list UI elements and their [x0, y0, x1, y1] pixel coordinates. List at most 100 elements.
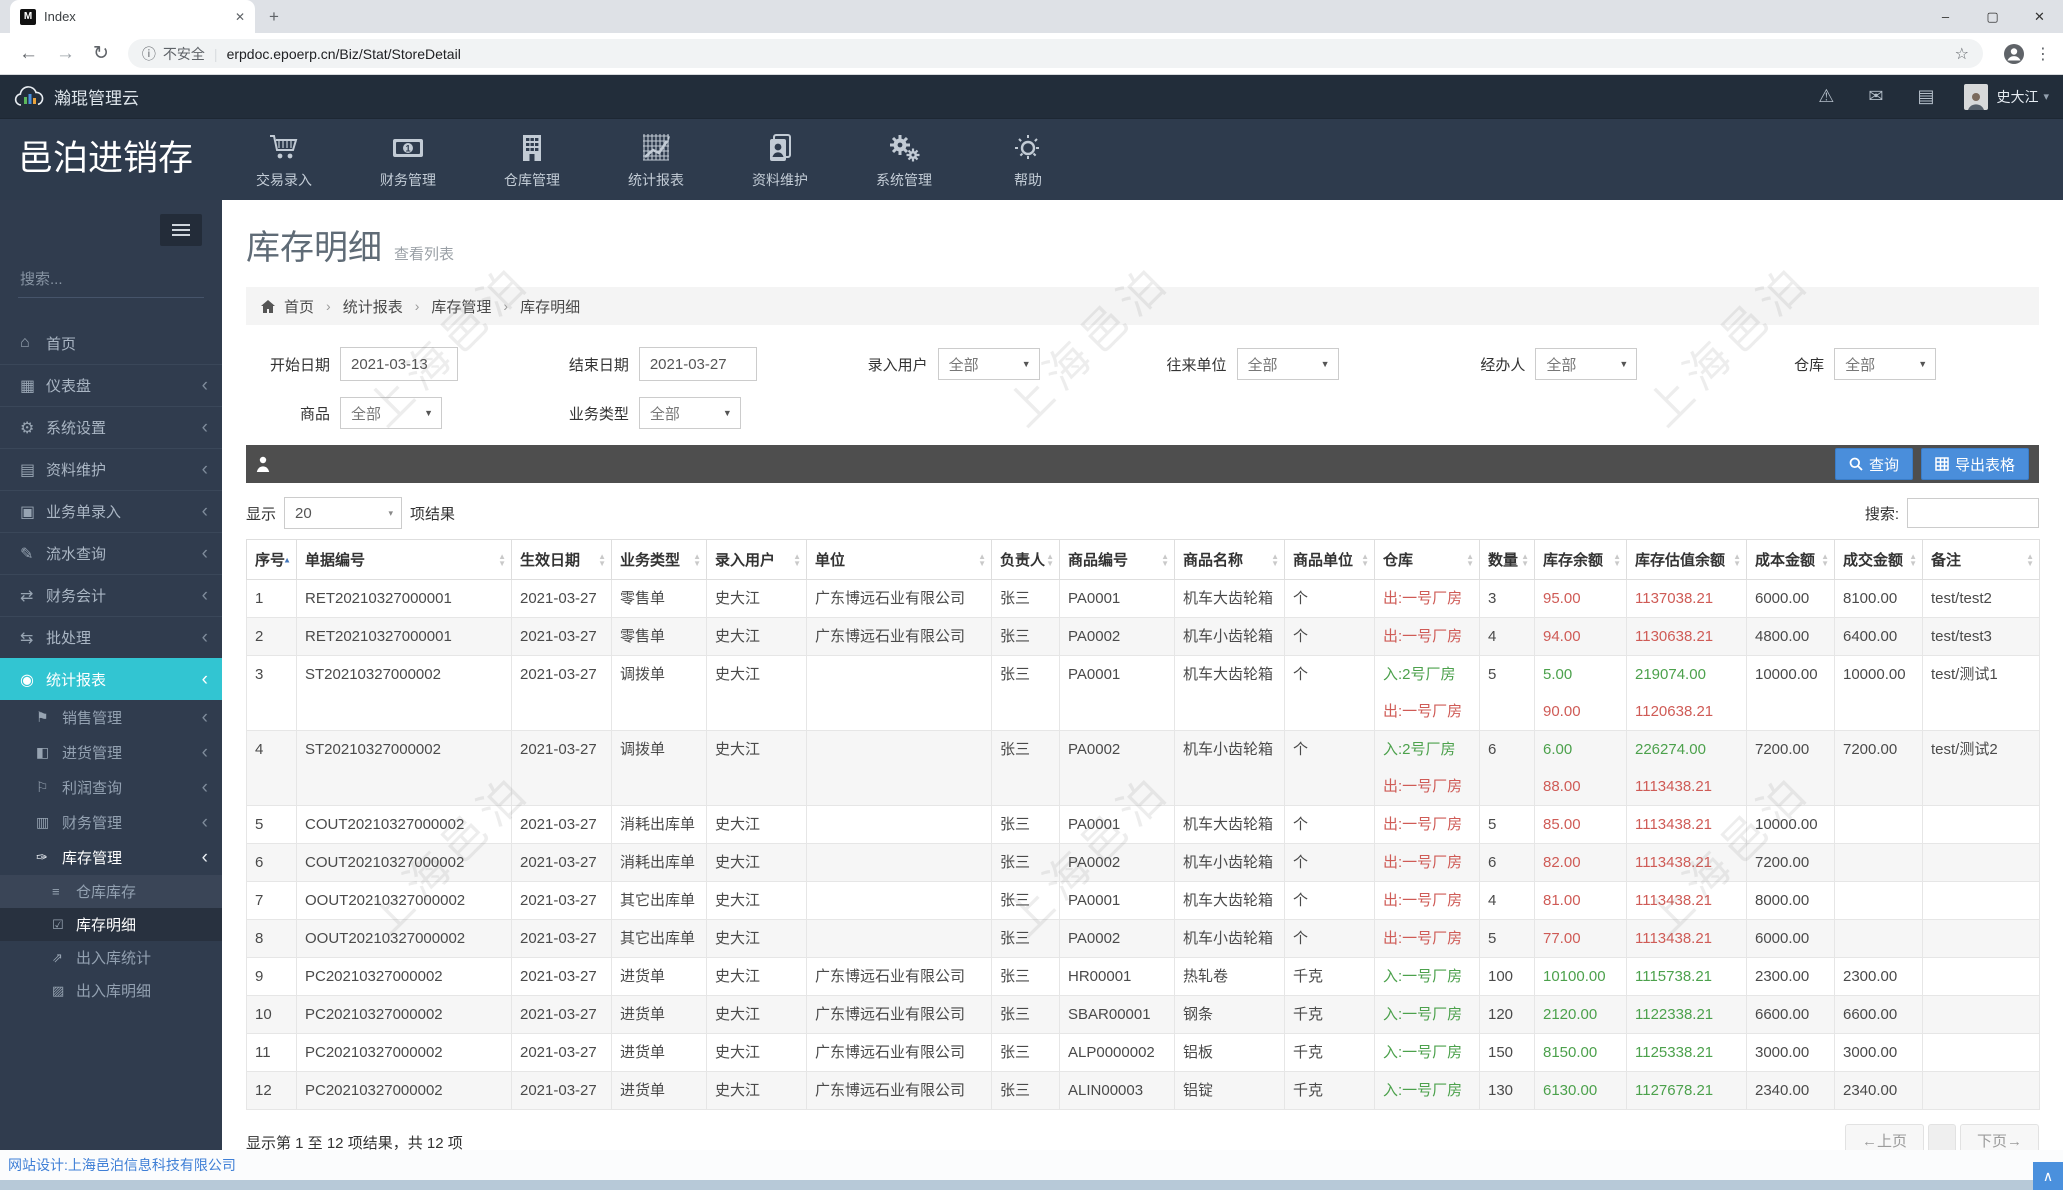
sidebar-item-inout-stats[interactable]: ⇗ 出入库统计: [0, 941, 222, 974]
top-nav-cart[interactable]: 交易录入: [222, 119, 346, 200]
browser-menu-icon[interactable]: ⋮: [2035, 44, 2051, 64]
column-header-9[interactable]: 商品名称 ▲ ▼: [1174, 539, 1285, 580]
sidebar-item-inout-detail[interactable]: ▨ 出入库明细: [0, 974, 222, 1007]
window-maximize-button[interactable]: ▢: [1969, 0, 2016, 33]
sidebar-item-batch[interactable]: ⇆ 批处理 ‹: [0, 616, 222, 658]
column-header-15[interactable]: 成本金额 ▲ ▼: [1746, 539, 1835, 580]
filter-select[interactable]: 全部 ▼: [1236, 348, 1339, 380]
tasks-icon[interactable]: ▤: [1917, 86, 1934, 107]
table-cell: 10000.00: [1834, 655, 1923, 731]
sidebar-search-input[interactable]: [18, 270, 221, 289]
sidebar-item-dashboard[interactable]: ▦ 仪表盘 ‹: [0, 364, 222, 406]
window-close-button[interactable]: ✕: [2016, 0, 2063, 33]
column-header-8[interactable]: 商品编号 ▲ ▼: [1059, 539, 1175, 580]
top-nav-label: 交易录入: [256, 171, 312, 188]
forward-icon[interactable]: →: [56, 43, 75, 65]
user-avatar[interactable]: [1964, 83, 1989, 110]
reload-icon[interactable]: ↻: [93, 42, 109, 65]
table-cell: 史大江: [706, 881, 807, 920]
column-header-3[interactable]: 生效日期 ▲ ▼: [511, 539, 612, 580]
current-page-indicator[interactable]: [1927, 1124, 1956, 1150]
alerts-icon[interactable]: ⚠: [1818, 86, 1834, 107]
bookmark-star-icon[interactable]: ☆: [1955, 44, 1969, 64]
table-cell: 11: [246, 1033, 297, 1072]
filter-input[interactable]: [638, 347, 757, 381]
column-header-10[interactable]: 商品单位 ▲ ▼: [1284, 539, 1375, 580]
sidebar-item-home[interactable]: ⌂ 首页: [0, 322, 222, 364]
sidebar-item-warehouse-stock[interactable]: ≡ 仓库库存: [0, 875, 222, 908]
new-tab-button[interactable]: +: [269, 7, 279, 27]
column-header-17[interactable]: 备注 ▲ ▼: [1922, 539, 2040, 580]
sidebar-item-purchase[interactable]: ◧ 进货管理 ‹: [0, 735, 222, 770]
breadcrumb-item[interactable]: 统计报表: [343, 296, 403, 317]
column-header-6[interactable]: 单位 ▲ ▼: [806, 539, 992, 580]
breadcrumb-item[interactable]: 库存管理: [431, 296, 491, 317]
column-header-2[interactable]: 单据编号 ▲ ▼: [296, 539, 512, 580]
tab-close-icon[interactable]: ✕: [235, 10, 245, 24]
sidebar-item-sales[interactable]: ⚑ 销售管理 ‹: [0, 700, 222, 735]
filter-select[interactable]: 全部 ▼: [1834, 348, 1937, 380]
sidebar-item-reports[interactable]: ◉ 统计报表 ‹: [0, 658, 222, 700]
back-to-top-button[interactable]: ∧: [2033, 1162, 2063, 1190]
sidebar-item-label: 库存明细: [76, 917, 137, 934]
table-cell: 张三: [991, 957, 1060, 996]
export-table-button[interactable]: 导出表格: [1920, 448, 2029, 480]
top-nav-banknote[interactable]: 1 财务管理: [346, 119, 470, 200]
table-cell: 入:一号厂房: [1374, 1033, 1480, 1072]
top-nav-warehouse[interactable]: 仓库管理: [470, 119, 594, 200]
browser-profile-icon[interactable]: [2003, 43, 2025, 65]
top-nav-help[interactable]: 帮助: [966, 119, 1090, 200]
column-header-16[interactable]: 成交金额 ▲ ▼: [1834, 539, 1923, 580]
sidebar-item-accounting[interactable]: ⇄ 财务会计 ‹: [0, 574, 222, 616]
sidebar-item-data-maintenance[interactable]: ▤ 资料维护 ‹: [0, 448, 222, 490]
back-icon[interactable]: ←: [19, 43, 38, 65]
sidebar-item-inventory[interactable]: ✑ 库存管理 ‹: [0, 840, 222, 875]
filter-input[interactable]: [340, 347, 458, 381]
table-cell: [806, 919, 992, 958]
table-cell: 张三: [991, 919, 1060, 958]
top-nav-idcard[interactable]: 资料维护: [718, 119, 842, 200]
messages-icon[interactable]: ✉: [1868, 86, 1883, 107]
column-header-12[interactable]: 数量 ▲ ▼: [1479, 539, 1535, 580]
page-size-select[interactable]: 20 ▾: [284, 497, 403, 529]
column-header-4[interactable]: 业务类型 ▲ ▼: [611, 539, 707, 580]
filter-select[interactable]: 全部 ▼: [1535, 348, 1638, 380]
sidebar-item-order-entry[interactable]: ▣ 业务单录入 ‹: [0, 490, 222, 532]
table-cell: 出:一号厂房: [1374, 805, 1480, 844]
browser-tab[interactable]: M Index ✕: [10, 0, 255, 33]
address-bar[interactable]: ⓘ 不安全 | erpdoc.epoerp.cn/Biz/Stat/StoreD…: [127, 39, 1983, 68]
table-search-input[interactable]: [1907, 498, 2039, 528]
filter-select[interactable]: 全部 ▼: [937, 348, 1040, 380]
top-nav-chart[interactable]: 统计报表: [594, 119, 718, 200]
column-header-11[interactable]: 仓库 ▲ ▼: [1374, 539, 1480, 580]
window-minimize-button[interactable]: –: [1922, 0, 1969, 33]
query-button[interactable]: 查询: [1834, 448, 1913, 480]
sidebar-item-finance[interactable]: ▥ 财务管理 ‹: [0, 805, 222, 840]
column-header-1[interactable]: 序号 ▲: [246, 539, 297, 580]
user-name[interactable]: 史大江: [1996, 87, 2038, 107]
user-menu-caret-icon[interactable]: ▾: [2043, 90, 2049, 103]
sidebar-item-settings[interactable]: ⚙ 系统设置 ‹: [0, 406, 222, 448]
sidebar-collapse-icon[interactable]: [160, 214, 202, 246]
next-page-button[interactable]: 下页→: [1959, 1124, 2039, 1150]
column-header-5[interactable]: 录入用户 ▲ ▼: [706, 539, 807, 580]
info-icon[interactable]: ⓘ: [142, 44, 156, 64]
sidebar-item-profit[interactable]: ⚐ 利润查询 ‹: [0, 770, 222, 805]
filter-select[interactable]: 全部 ▼: [638, 397, 741, 429]
top-nav-gears[interactable]: 系统管理: [842, 119, 966, 200]
table-cell: 2300.00: [1746, 957, 1835, 996]
filter-select[interactable]: 全部 ▼: [340, 397, 442, 429]
prev-page-button[interactable]: ←上页: [1844, 1124, 1924, 1150]
warehouse-icon: [517, 130, 547, 166]
column-header-13[interactable]: 库存余额 ▲ ▼: [1534, 539, 1627, 580]
sidebar-search[interactable]: [18, 270, 221, 298]
caret-down-icon: ▼: [1320, 359, 1330, 369]
column-header-7[interactable]: 负责人 ▲ ▼: [991, 539, 1060, 580]
breadcrumb-item[interactable]: 首页: [284, 296, 314, 317]
sort-icon: ▲ ▼: [1733, 551, 1741, 568]
column-header-14[interactable]: 库存估值余额 ▲ ▼: [1626, 539, 1747, 580]
sort-icon: ▲ ▼: [1909, 551, 1917, 568]
filter-开始日期: 开始日期: [246, 347, 545, 381]
sidebar-item-journal-query[interactable]: ✎ 流水查询 ‹: [0, 532, 222, 574]
sidebar-item-stock-detail[interactable]: ☑ 库存明细: [0, 908, 222, 941]
